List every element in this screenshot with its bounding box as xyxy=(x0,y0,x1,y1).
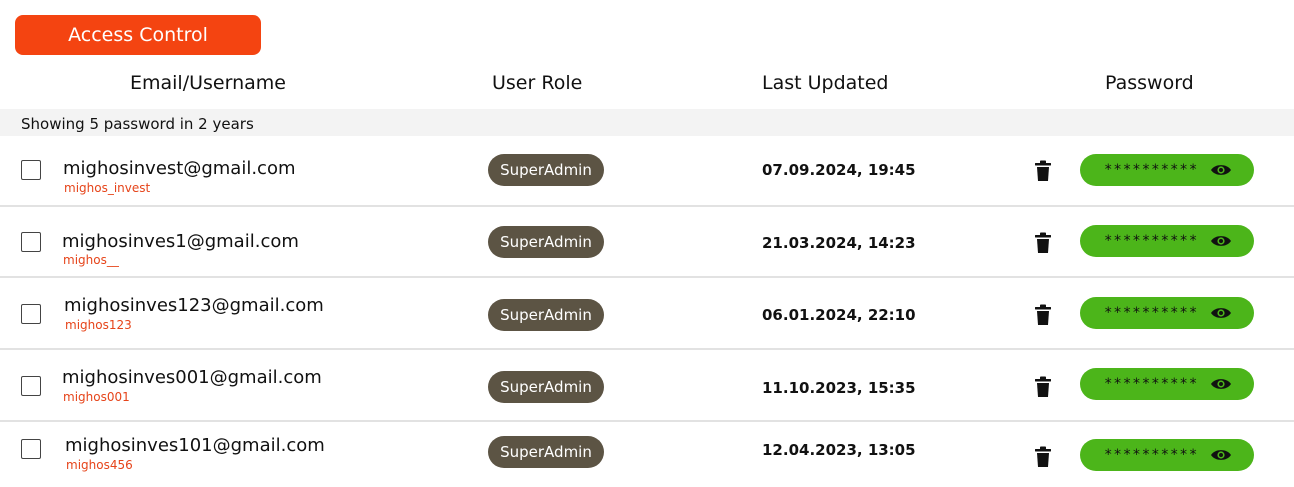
table-row: mighosinvest@gmail.com mighos_invest Sup… xyxy=(0,136,1294,207)
last-updated: 12.04.2023, 13:05 xyxy=(762,441,916,459)
eye-icon[interactable] xyxy=(1210,447,1232,463)
password-pill[interactable]: ********** xyxy=(1080,439,1254,471)
column-header-email: Email/Username xyxy=(130,72,286,94)
row-checkbox[interactable] xyxy=(21,160,41,180)
table-row: mighosinves001@gmail.com mighos001 Super… xyxy=(0,351,1294,422)
role-badge: SuperAdmin xyxy=(488,436,604,468)
eye-icon[interactable] xyxy=(1210,376,1232,392)
eye-icon[interactable] xyxy=(1210,162,1232,178)
row-checkbox[interactable] xyxy=(21,439,41,459)
trash-icon[interactable] xyxy=(1034,376,1052,398)
row-checkbox[interactable] xyxy=(21,232,41,252)
row-email: mighosinves001@gmail.com xyxy=(62,367,322,388)
eye-icon[interactable] xyxy=(1210,305,1232,321)
password-mask: ********** xyxy=(1104,305,1199,321)
row-email: mighosinves1@gmail.com xyxy=(62,231,299,252)
row-username: mighos123 xyxy=(65,318,132,332)
table-row: mighosinves123@gmail.com mighos123 Super… xyxy=(0,279,1294,350)
row-username: mighos__ xyxy=(63,253,119,267)
password-mask: ********** xyxy=(1104,162,1199,178)
trash-icon[interactable] xyxy=(1034,304,1052,326)
access-control-button[interactable]: Access Control xyxy=(15,15,261,55)
row-username: mighos001 xyxy=(63,390,130,404)
table-row: mighosinves101@gmail.com mighos456 Super… xyxy=(0,423,1294,487)
password-mask: ********** xyxy=(1104,447,1199,463)
last-updated: 21.03.2024, 14:23 xyxy=(762,234,916,252)
password-mask: ********** xyxy=(1104,233,1199,249)
password-pill[interactable]: ********** xyxy=(1080,297,1254,329)
trash-icon[interactable] xyxy=(1034,232,1052,254)
row-checkbox[interactable] xyxy=(21,304,41,324)
password-pill[interactable]: ********** xyxy=(1080,225,1254,257)
trash-icon[interactable] xyxy=(1034,160,1052,182)
summary-text: Showing 5 password in 2 years xyxy=(21,115,254,133)
role-badge: SuperAdmin xyxy=(488,154,604,186)
role-badge: SuperAdmin xyxy=(488,299,604,331)
role-badge: SuperAdmin xyxy=(488,226,604,258)
row-email: mighosinves123@gmail.com xyxy=(64,295,324,316)
column-header-password: Password xyxy=(1105,72,1194,94)
column-header-role: User Role xyxy=(492,72,583,94)
password-pill[interactable]: ********** xyxy=(1080,368,1254,400)
last-updated: 06.01.2024, 22:10 xyxy=(762,306,916,324)
password-mask: ********** xyxy=(1104,376,1199,392)
row-email: mighosinvest@gmail.com xyxy=(63,158,296,179)
role-badge: SuperAdmin xyxy=(488,371,604,403)
password-pill[interactable]: ********** xyxy=(1080,154,1254,186)
table-row: mighosinves1@gmail.com mighos__ SuperAdm… xyxy=(0,207,1294,278)
last-updated: 11.10.2023, 15:35 xyxy=(762,379,916,397)
row-username: mighos456 xyxy=(66,458,133,472)
row-checkbox[interactable] xyxy=(21,376,41,396)
row-username: mighos_invest xyxy=(64,181,151,195)
column-header-updated: Last Updated xyxy=(762,72,889,94)
summary-bar: Showing 5 password in 2 years xyxy=(0,109,1294,136)
eye-icon[interactable] xyxy=(1210,233,1232,249)
last-updated: 07.09.2024, 19:45 xyxy=(762,161,916,179)
trash-icon[interactable] xyxy=(1034,446,1052,468)
row-email: mighosinves101@gmail.com xyxy=(65,435,325,456)
